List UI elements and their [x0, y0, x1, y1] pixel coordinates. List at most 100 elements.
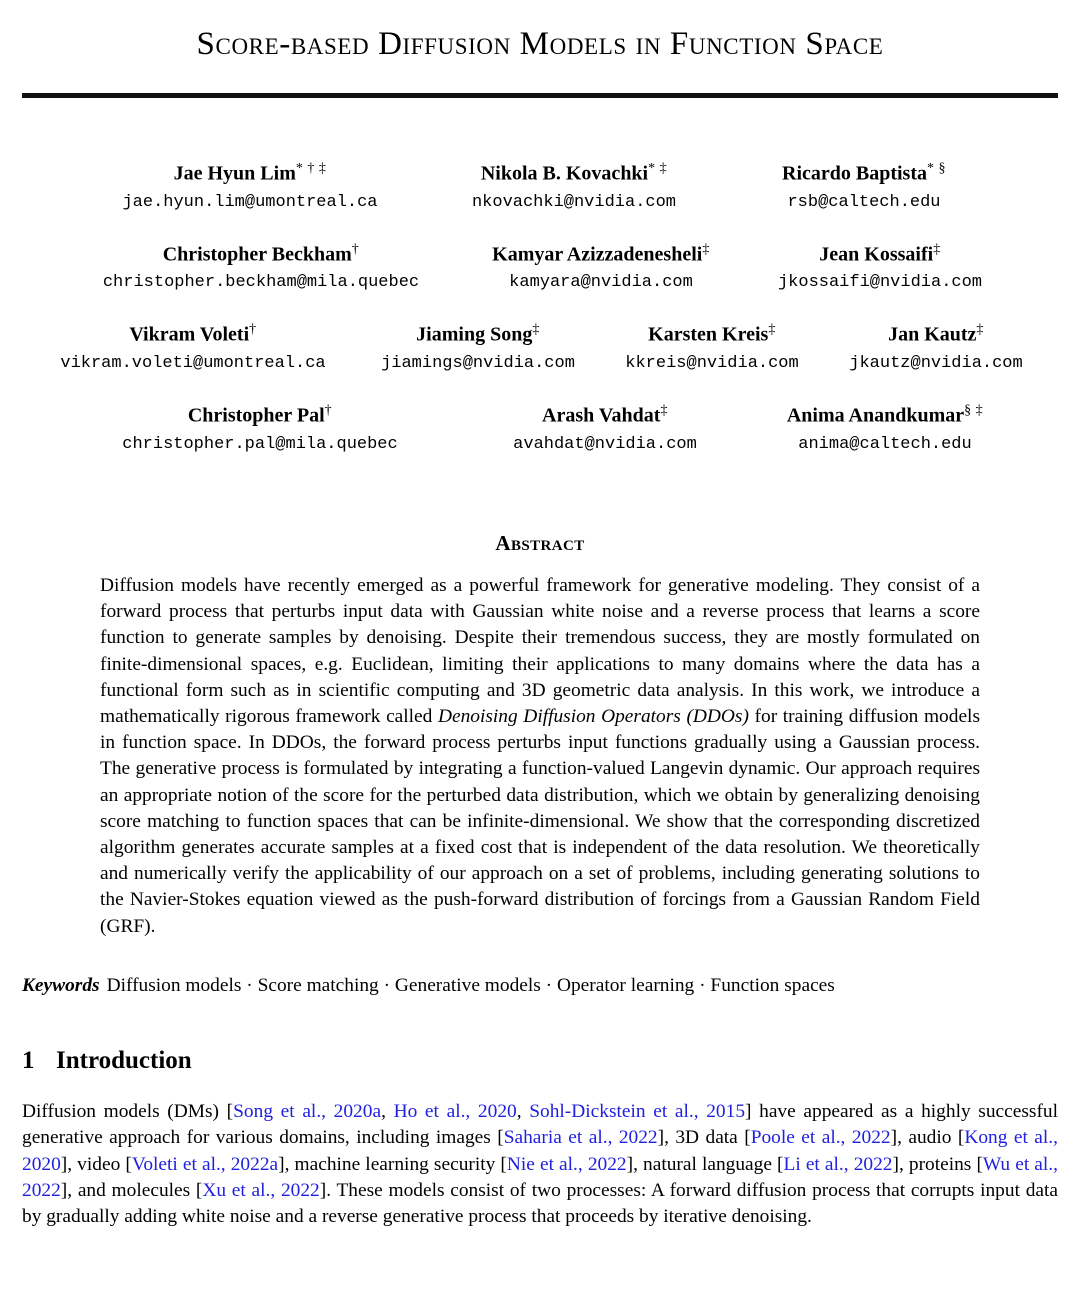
author-entry: Jae Hyun Lim* † ‡ jae.hyun.lim@umontreal.…	[76, 160, 424, 214]
title-horizontal-rule	[22, 92, 1058, 98]
author-affiliation-marks: § ‡	[964, 403, 984, 419]
author-entry: Ricardo Baptista* § rsb@caltech.edu	[724, 160, 1004, 214]
author-name: Arash Vahdat‡	[542, 403, 668, 427]
author-name: Christopher Beckham†	[162, 241, 360, 266]
author-affiliation-marks: ‡	[768, 322, 776, 338]
paper-page: Score-based Diffusion Models in Function…	[0, 0, 1080, 1300]
author-email[interactable]: nkovachki@nvidia.com	[438, 192, 710, 214]
keyword-separator: ·	[540, 974, 557, 996]
author-affiliation-marks: †	[351, 241, 360, 257]
citation-link[interactable]: Song et al., 2020a	[233, 1101, 381, 1122]
keywords-line: Keywords Diffusion models · Score matchin…	[22, 973, 1058, 999]
author-affiliation-marks: ‡	[933, 241, 941, 257]
keyword-separator: ·	[378, 974, 395, 996]
author-row: Christopher Pal† christopher.pal@mila.que…	[0, 402, 1080, 456]
body-text-run: ], and molecules [	[60, 1180, 203, 1201]
body-text-run: ,	[516, 1100, 530, 1122]
author-name: Vikram Voleti†	[129, 322, 257, 347]
author-affiliation-marks: †	[324, 403, 333, 419]
abstract-body: Diffusion models have recently emerged a…	[100, 573, 980, 940]
author-email[interactable]: christopher.pal@mila.quebec	[79, 434, 441, 456]
author-entry: Jean Kossaifi‡ jkossaifi@nvidia.com	[746, 241, 1014, 295]
author-affiliation-marks: * † ‡	[295, 160, 327, 176]
body-text-run: ], machine learning security [	[278, 1153, 507, 1175]
author-affiliation-marks: ‡	[702, 241, 710, 257]
keyword-term: Generative models	[394, 974, 541, 996]
author-email[interactable]: anima@caltech.edu	[769, 434, 1001, 456]
abstract-text-part2: for training diffusion models in functio…	[100, 705, 980, 937]
author-email[interactable]: vikram.voleti@umontreal.ca	[45, 353, 341, 375]
keyword-term: Operator learning	[556, 974, 695, 996]
citation-link[interactable]: Nie et al., 2022	[507, 1154, 627, 1175]
citation-link[interactable]: Saharia et al., 2022	[504, 1127, 658, 1148]
abstract-heading: Abstract	[495, 530, 585, 555]
author-email[interactable]: jkautz@nvidia.com	[837, 353, 1035, 375]
author-email[interactable]: jkossaifi@nvidia.com	[760, 272, 1000, 294]
abstract-emphasis-term: Denoising Diffusion Operators (DDOs)	[437, 705, 749, 727]
author-entry: Nikola B. Kovachki* ‡ nkovachki@nvidia.co…	[424, 160, 724, 214]
citation-link[interactable]: Ho et al., 2020	[394, 1101, 517, 1122]
author-entry: Kamyar Azizzadenesheli‡ kamyara@nvidia.co…	[456, 241, 746, 295]
section-title: Introduction	[56, 1046, 192, 1074]
body-text-run: ], natural language [	[626, 1153, 784, 1175]
title-block: Score-based Diffusion Models in Function…	[0, 0, 1080, 98]
keyword-term: Score matching	[257, 974, 379, 996]
author-email[interactable]: jiamings@nvidia.com	[369, 353, 587, 375]
author-entry: Jan Kautz‡ jkautz@nvidia.com	[823, 321, 1049, 375]
author-affiliation-marks: * ‡	[648, 160, 668, 176]
citation-link[interactable]: Poole et al., 2022	[751, 1127, 891, 1148]
author-affiliation-marks: †	[249, 322, 257, 338]
author-name: Jan Kautz‡	[888, 322, 984, 347]
author-email[interactable]: kamyara@nvidia.com	[470, 272, 732, 294]
author-affiliation-marks: ‡	[532, 322, 540, 338]
citation-link[interactable]: Xu et al., 2022	[202, 1180, 319, 1201]
author-name: Anima Anandkumar§ ‡	[786, 403, 984, 427]
introduction-paragraph: Diffusion models (DMs) [Song et al., 202…	[22, 1099, 1058, 1231]
author-row: Christopher Beckham† christopher.beckham@…	[0, 241, 1080, 295]
keyword-separator: ·	[241, 974, 258, 996]
author-email[interactable]: kkreis@nvidia.com	[615, 353, 809, 375]
author-entry: Arash Vahdat‡ avahdat@nvidia.com	[455, 402, 755, 456]
citation-link[interactable]: Li et al., 2022	[784, 1154, 893, 1175]
author-entry: Jiaming Song‡ jiamings@nvidia.com	[355, 321, 601, 375]
section-heading-introduction: 1 Introduction	[22, 1047, 1058, 1075]
author-name: Jiaming Song‡	[416, 322, 540, 347]
keywords-label: Keywords	[22, 974, 100, 996]
author-entry: Christopher Pal† christopher.pal@mila.que…	[65, 402, 455, 456]
keyword-term: Function spaces	[710, 974, 835, 996]
author-name: Karsten Kreis‡	[648, 322, 776, 347]
author-entry: Karsten Kreis‡ kkreis@nvidia.com	[601, 321, 823, 375]
author-email[interactable]: christopher.beckham@mila.quebec	[80, 272, 442, 294]
author-row: Jae Hyun Lim* † ‡ jae.hyun.lim@umontreal.…	[0, 160, 1080, 214]
body-text-run: ], 3D data [	[657, 1127, 751, 1149]
citation-link[interactable]: Voleti et al., 2022a	[132, 1154, 278, 1175]
author-email[interactable]: avahdat@nvidia.com	[469, 434, 741, 456]
abstract-section: Abstract Diffusion models have recently …	[0, 531, 1080, 940]
body-text-run: ], video [	[60, 1153, 132, 1175]
author-name: Nikola B. Kovachki* ‡	[480, 160, 668, 185]
keyword-separator: ·	[694, 974, 711, 996]
section-number: 1	[22, 1046, 35, 1074]
author-row: Vikram Voleti† vikram.voleti@umontreal.ca…	[0, 321, 1080, 375]
body-text-run: ], audio [	[890, 1127, 965, 1149]
author-affiliation-marks: * §	[927, 160, 946, 176]
author-affiliation-marks: ‡	[660, 403, 668, 419]
body-text-run: ], proteins [	[892, 1153, 983, 1175]
body-text-run: Diffusion models (DMs) [	[22, 1100, 234, 1122]
author-name: Christopher Pal†	[187, 403, 333, 427]
author-entry: Christopher Beckham† christopher.beckham@…	[66, 241, 456, 295]
author-entry: Anima Anandkumar§ ‡ anima@caltech.edu	[755, 402, 1015, 456]
keywords-terms: Diffusion models · Score matching · Gene…	[107, 975, 835, 996]
citation-link[interactable]: Sohl-Dickstein et al., 2015	[529, 1101, 745, 1122]
author-name: Jean Kossaifi‡	[819, 241, 941, 266]
page-title: Score-based Diffusion Models in Function…	[196, 26, 884, 62]
author-affiliation-marks: ‡	[976, 322, 984, 338]
author-entry: Vikram Voleti† vikram.voleti@umontreal.ca	[31, 321, 355, 375]
body-text-run: ,	[381, 1100, 394, 1122]
author-email[interactable]: rsb@caltech.edu	[738, 192, 990, 214]
author-email[interactable]: jae.hyun.lim@umontreal.ca	[90, 192, 410, 214]
abstract-text-part1: Diffusion models have recently emerged a…	[100, 574, 980, 727]
author-name: Kamyar Azizzadenesheli‡	[492, 241, 710, 266]
author-name: Jae Hyun Lim* † ‡	[173, 160, 327, 185]
author-block: Jae Hyun Lim* † ‡ jae.hyun.lim@umontreal.…	[0, 160, 1080, 456]
